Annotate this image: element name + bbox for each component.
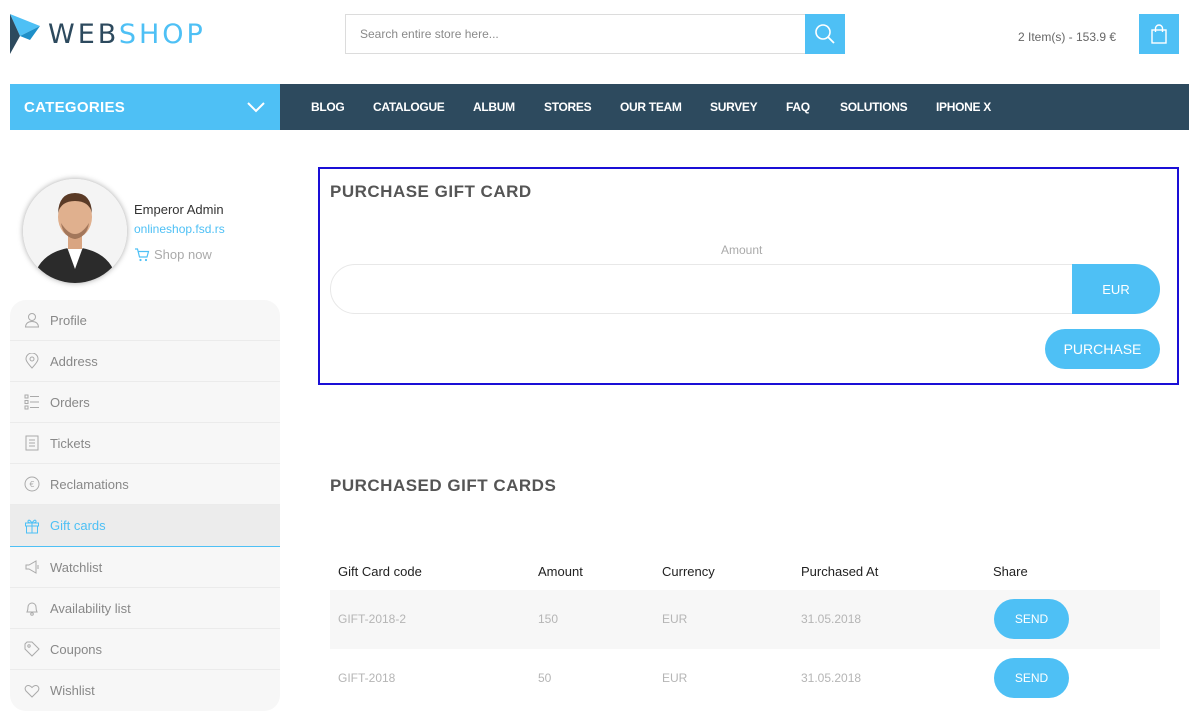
account-sidebar: Profile Address Orders Tickets € Reclama… [10,300,280,711]
column-header-purchased-at: Purchased At [801,564,879,579]
categories-label: CATEGORIES [24,98,126,116]
chevron-down-icon [247,102,265,113]
amount-label: Amount [721,243,763,257]
profile-name: Emperor Admin [134,202,224,217]
purchase-button[interactable]: PURCHASE [1045,329,1160,369]
ticket-icon [24,435,40,451]
cart-icon [135,247,150,261]
sidebar-item-reclamations[interactable]: € Reclamations [10,464,280,505]
sidebar-item-label: Tickets [50,435,91,451]
gift-card-code: GIFT-2018-2 [338,612,407,626]
cart-summary[interactable]: 2 Item(s) - 153.9 € [1018,30,1116,44]
svg-text:€: € [29,480,34,489]
gift-card-currency: EUR [662,612,688,626]
currency-addon: EUR [1072,264,1160,314]
gift-card-date: 31.05.2018 [801,612,862,626]
search-button[interactable] [805,14,845,54]
map-pin-icon [24,353,40,369]
logo-mark-icon [10,14,40,54]
gift-card-amount: 50 [538,671,552,685]
shopping-bag-icon [1151,24,1167,44]
column-header-code: Gift Card code [338,564,422,579]
search-icon [815,24,835,44]
sidebar-item-label: Reclamations [50,476,129,492]
sidebar-item-tickets[interactable]: Tickets [10,423,280,464]
column-header-currency: Currency [662,564,715,579]
nav-item-solutions[interactable]: SOLUTIONS [840,84,908,130]
sidebar-item-label: Profile [50,312,87,328]
gift-card-date: 31.05.2018 [801,671,862,685]
purchased-gift-cards-title: PURCHASED GIFT CARDS [330,476,557,495]
table-row: GIFT-2018-2 150 EUR 31.05.2018 SEND [330,590,1160,649]
shop-now-link[interactable]: Shop now [134,247,212,262]
sidebar-item-label: Availability list [50,600,131,616]
user-icon [24,312,40,328]
nav-item-faq[interactable]: FAQ [786,84,810,130]
sidebar-item-availability-list[interactable]: Availability list [10,588,280,629]
nav-item-album[interactable]: ALBUM [473,84,515,130]
sidebar-item-label: Address [50,353,98,369]
avatar-image [23,179,127,283]
sidebar-item-address[interactable]: Address [10,341,280,382]
sidebar-item-watchlist[interactable]: Watchlist [10,547,280,588]
sidebar-item-profile[interactable]: Profile [10,300,280,341]
amount-input[interactable] [330,264,1160,314]
table-row: GIFT-2018 50 EUR 31.05.2018 SEND [330,649,1160,708]
nav-item-catalogue[interactable]: CATALOGUE [373,84,445,130]
cart-button[interactable] [1139,14,1179,54]
bell-icon [24,600,40,616]
tag-icon [24,641,40,657]
avatar [23,179,127,283]
nav-item-iphone-x[interactable]: IPHONE X [936,84,991,130]
sidebar-item-label: Coupons [50,641,103,657]
megaphone-icon [24,559,40,575]
sidebar-item-orders[interactable]: Orders [10,382,280,423]
gift-card-code: GIFT-2018 [338,671,396,685]
nav-item-stores[interactable]: STORES [544,84,592,130]
euro-circle-icon: € [24,476,40,492]
list-icon [24,394,40,410]
column-header-share: Share [993,564,1028,579]
search-bar [345,14,845,54]
sidebar-item-label: Orders [50,394,90,410]
sidebar-item-coupons[interactable]: Coupons [10,629,280,670]
gift-card-amount: 150 [538,612,559,626]
heart-icon [24,683,40,699]
sidebar-item-wishlist[interactable]: Wishlist [10,670,280,711]
nav-item-survey[interactable]: SURVEY [710,84,758,130]
profile-site-link[interactable]: onlineshop.fsd.rs [134,222,225,236]
gift-icon [24,518,40,534]
shop-now-label: Shop now [154,247,212,262]
sidebar-item-label: Wishlist [50,683,95,698]
search-input[interactable] [345,14,805,54]
column-header-amount: Amount [538,564,583,579]
sidebar-item-label: Gift cards [50,518,106,533]
logo-text: WEBSHOP [48,18,206,50]
categories-dropdown[interactable]: CATEGORIES [10,84,280,130]
send-button[interactable]: SEND [994,599,1069,639]
sidebar-item-label: Watchlist [50,559,103,575]
nav-item-our-team[interactable]: OUR TEAM [620,84,682,130]
send-button[interactable]: SEND [994,658,1069,698]
sidebar-item-gift-cards[interactable]: Gift cards [10,505,280,547]
gift-card-currency: EUR [662,671,688,685]
nav-item-blog[interactable]: BLOG [311,84,345,130]
purchase-gift-card-title: PURCHASE GIFT CARD [330,182,532,201]
logo[interactable]: WEBSHOP [10,14,206,54]
main-navbar: CATEGORIES BLOG CATALOGUE ALBUM STORES O… [10,84,1189,130]
